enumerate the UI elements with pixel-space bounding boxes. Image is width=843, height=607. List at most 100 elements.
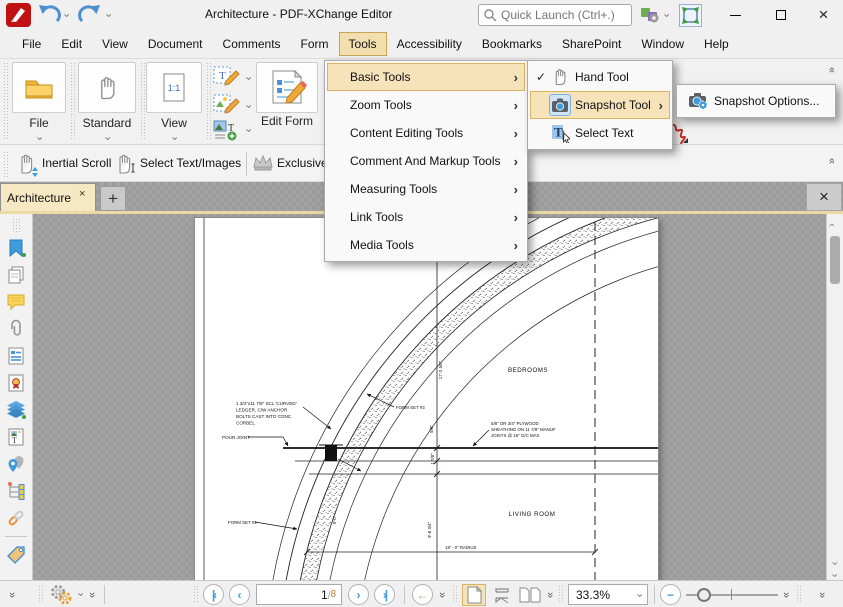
thumbnails-panel-icon[interactable] <box>6 265 26 285</box>
menu-item-comment-and-markup-tools[interactable]: Comment And Markup Tools › <box>327 147 525 175</box>
sidebar-collapse-icon[interactable]: » <box>6 592 18 596</box>
comments-panel-icon[interactable] <box>6 292 26 312</box>
undo-button[interactable] <box>37 4 61 28</box>
document-viewport[interactable]: BEDROOMS LIVING ROOM 1 3/4"x11 7/8" SCL … <box>33 214 826 580</box>
scrollbar-thumb[interactable] <box>830 236 840 284</box>
menu-edit[interactable]: Edit <box>51 32 92 56</box>
close-button[interactable]: × <box>804 0 843 30</box>
edit-object-tool-icon[interactable] <box>212 93 242 120</box>
properties-caret-icon[interactable]: › <box>74 593 85 597</box>
previous-page-button[interactable]: ‹ <box>229 584 250 605</box>
continuous-layout-button[interactable] <box>490 584 514 606</box>
quick-launch-input[interactable] <box>478 4 632 26</box>
menu-file[interactable]: File <box>12 32 51 56</box>
first-page-button[interactable]: |‹ <box>203 584 224 605</box>
tab-architecture[interactable]: Architecture × <box>0 183 96 211</box>
maximize-button[interactable] <box>758 0 804 30</box>
edit-text-tool-icon[interactable]: T <box>212 65 242 92</box>
close-document-button[interactable]: × <box>806 183 842 211</box>
ui-options-caret[interactable]: › <box>660 14 671 18</box>
menu-item-content-editing-tools[interactable]: Content Editing Tools › <box>327 119 525 147</box>
toolbar-collapse-icon[interactable]: » <box>826 69 838 73</box>
pdf-page[interactable]: BEDROOMS LIVING ROOM 1 3/4"x11 7/8" SCL … <box>195 218 658 580</box>
structure-panel-icon[interactable] <box>6 481 26 501</box>
layers-panel-icon[interactable] <box>6 400 26 420</box>
add-content-caret-icon[interactable]: › <box>242 129 253 133</box>
next-page-button[interactable]: › <box>348 584 369 605</box>
menu-window[interactable]: Window <box>631 32 694 56</box>
file-toolbar-button[interactable]: File › <box>12 62 66 144</box>
fullscreen-toggle-icon[interactable] <box>679 4 702 27</box>
menu-item-media-tools[interactable]: Media Tools › <box>327 231 525 259</box>
links-panel-icon[interactable] <box>6 508 26 528</box>
menu-item-link-tools[interactable]: Link Tools › <box>327 203 525 231</box>
new-tab-button[interactable]: + <box>100 186 126 211</box>
tags-panel-icon[interactable] <box>6 544 26 564</box>
menu-help[interactable]: Help <box>694 32 739 56</box>
page-number-box[interactable]: 1/8 <box>256 584 342 605</box>
undo-dropdown-caret[interactable]: › <box>60 14 71 18</box>
view-toolbar-button[interactable]: 1:1 View › <box>146 62 202 144</box>
last-page-button[interactable]: ›| <box>374 584 395 605</box>
redo-dropdown-caret[interactable]: › <box>102 14 113 18</box>
menu-item-snapshot-options[interactable]: Snapshot Options... <box>679 87 833 115</box>
pagenav-handle[interactable] <box>193 585 200 604</box>
menu-comments[interactable]: Comments <box>213 32 291 56</box>
menu-item-zoom-tools[interactable]: Zoom Tools › <box>327 91 525 119</box>
menu-item-measuring-tools[interactable]: Measuring Tools › <box>327 175 525 203</box>
menu-item-snapshot-tool[interactable]: Snapshot Tool › <box>530 91 670 119</box>
previous-view-button[interactable]: ← <box>412 584 433 605</box>
menu-document[interactable]: Document <box>138 32 213 56</box>
zoom-expand-icon[interactable]: » <box>780 592 792 596</box>
add-content-tool-icon[interactable]: T <box>212 119 242 144</box>
statusbar-collapse-right-icon[interactable]: » <box>816 592 828 596</box>
vertical-scrollbar[interactable]: › › › <box>826 214 843 580</box>
toolbar2-collapse-icon[interactable]: » <box>826 160 838 164</box>
statusbar-expand-icon[interactable]: » <box>86 592 98 596</box>
zoom-handle[interactable] <box>558 585 565 604</box>
menu-tools[interactable]: Tools <box>339 32 387 56</box>
tab-close-icon[interactable]: × <box>79 188 85 200</box>
layout-handle[interactable] <box>452 585 459 604</box>
menu-item-basic-tools[interactable]: Basic Tools › <box>327 63 525 91</box>
statusbar-handle[interactable] <box>38 585 45 604</box>
zoom-slider-thumb[interactable] <box>697 588 711 602</box>
inertial-scroll-button[interactable]: Inertial Scroll <box>42 156 111 170</box>
zoom-out-button[interactable]: − <box>660 584 681 605</box>
statusbar-handle-right[interactable] <box>796 585 803 604</box>
edit-form-toolbar-button[interactable]: Edit Form <box>256 62 318 128</box>
edit-text-caret-icon[interactable]: › <box>242 77 253 81</box>
single-page-layout-button[interactable] <box>462 584 486 606</box>
edit-object-caret-icon[interactable]: › <box>242 105 253 109</box>
menu-form[interactable]: Form <box>291 32 339 56</box>
scroll-up-icon[interactable]: › <box>826 225 838 227</box>
bookmarks-panel-icon[interactable] <box>6 238 26 258</box>
destinations-panel-icon[interactable] <box>6 454 26 474</box>
content-panel-icon[interactable]: T <box>6 427 26 447</box>
pagenav-expand-icon[interactable]: » <box>436 592 448 596</box>
properties-gears-icon[interactable] <box>48 583 74 607</box>
sidebar-handle[interactable] <box>12 218 22 232</box>
ui-options-icon[interactable] <box>640 5 662 28</box>
standard-toolbar-button[interactable]: Standard › <box>78 62 136 144</box>
scroll-down-icon-2[interactable]: › <box>828 574 839 578</box>
menu-accessibility[interactable]: Accessibility <box>387 32 472 56</box>
redo-button[interactable] <box>78 4 102 28</box>
menu-sharepoint[interactable]: SharePoint <box>552 32 631 56</box>
signatures-panel-icon[interactable] <box>6 373 26 393</box>
menu-bookmarks[interactable]: Bookmarks <box>472 32 552 56</box>
zoom-level-combobox[interactable]: 33.3% › <box>568 584 648 605</box>
menu-item-select-text[interactable]: T Select Text <box>530 119 670 147</box>
minimize-button[interactable] <box>712 0 758 30</box>
menu-item-hand-tool[interactable]: ✓ Hand Tool <box>530 63 670 91</box>
toolbar-handle[interactable] <box>3 62 10 140</box>
menu-view[interactable]: View <box>92 32 138 56</box>
scroll-down-icon[interactable]: › <box>828 562 839 566</box>
attachments-panel-icon[interactable] <box>6 319 26 339</box>
layout-expand-icon[interactable]: » <box>544 592 556 596</box>
two-page-layout-button[interactable] <box>518 584 542 606</box>
exclusive-mode-button[interactable]: Exclusive <box>277 156 328 170</box>
toolbar-handle[interactable] <box>3 151 10 177</box>
toolbar-handle[interactable] <box>70 62 77 140</box>
quick-launch-search[interactable] <box>478 4 632 26</box>
